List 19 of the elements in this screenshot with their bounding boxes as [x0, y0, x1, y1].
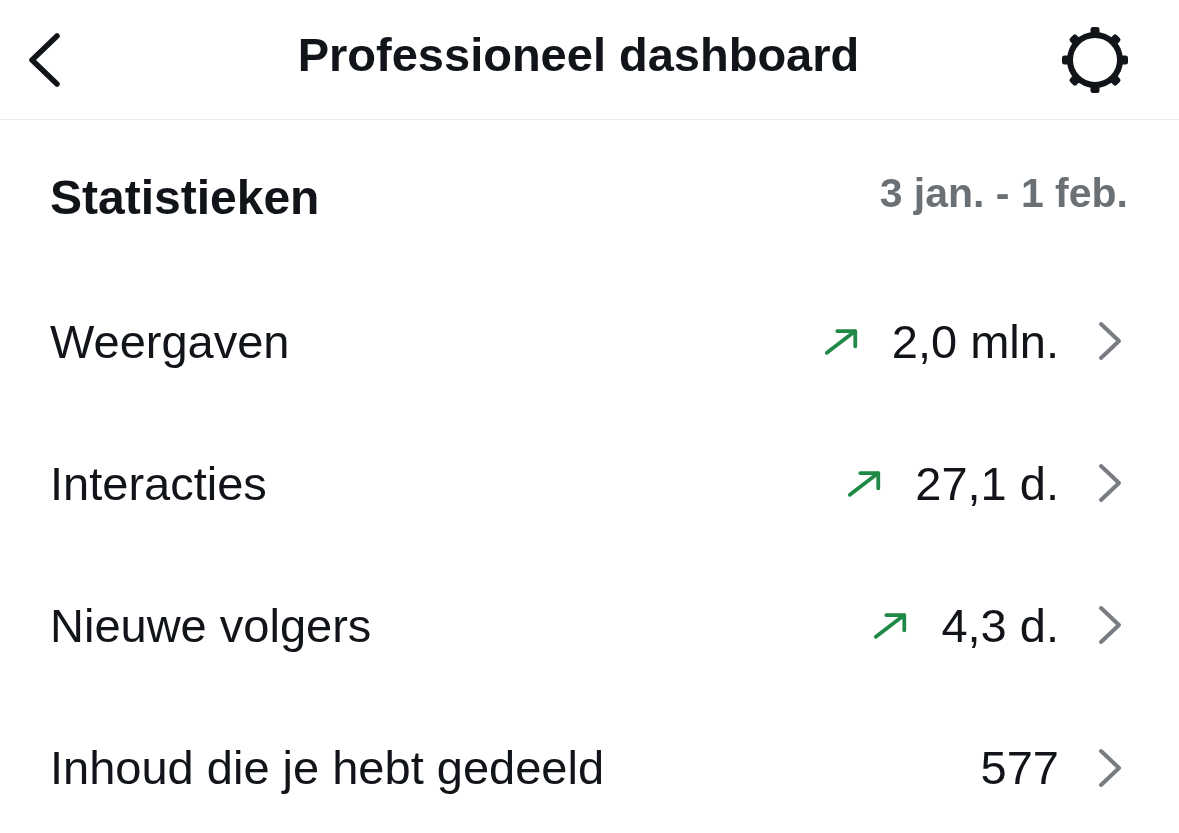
header-title: Professioneel dashboard	[297, 27, 860, 82]
chevron-right-icon[interactable]	[1097, 746, 1123, 789]
stat-label[interactable]: Interacties	[50, 455, 267, 511]
stat-label[interactable]: Inhoud die je hebt gedeeld	[50, 740, 605, 795]
chevron-left-icon	[28, 32, 60, 87]
settings-button[interactable]	[1061, 25, 1129, 94]
chevron-right-icon[interactable]	[1097, 320, 1123, 362]
stat-label[interactable]: Nieuwe volgers	[50, 597, 372, 653]
back-button[interactable]	[28, 32, 60, 87]
stat-value: 4,3 d.	[941, 597, 1059, 653]
settings-icon	[1061, 25, 1129, 94]
stat-value: 577	[980, 740, 1059, 795]
chevron-right-icon[interactable]	[1097, 462, 1123, 504]
stat-value: 27,1 d.	[915, 455, 1059, 511]
date-range: 3 jan. - 1 feb.	[879, 169, 1128, 217]
stat-label[interactable]: Weergaven	[50, 313, 290, 369]
stat-value: 2,0 mln.	[891, 313, 1059, 369]
chevron-right-icon[interactable]	[1097, 604, 1123, 646]
section-title: Statistieken	[50, 169, 320, 225]
